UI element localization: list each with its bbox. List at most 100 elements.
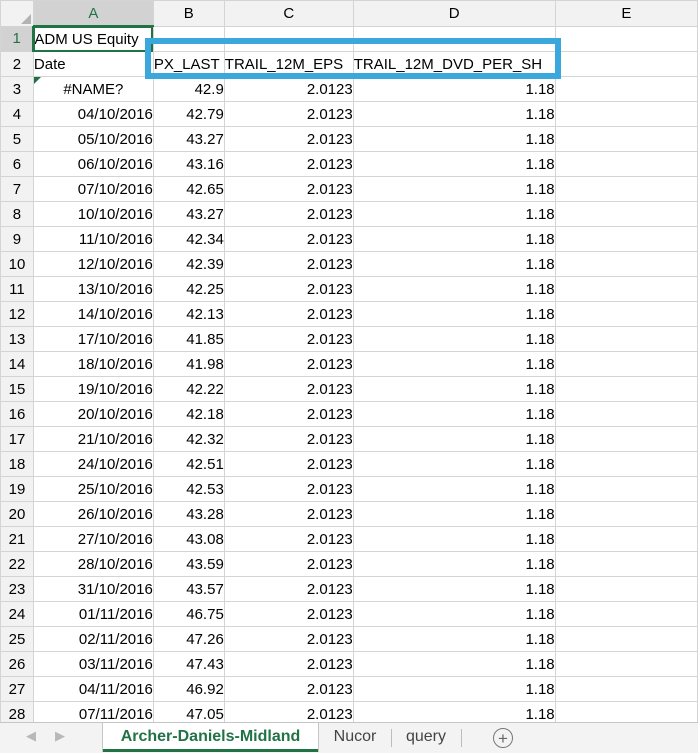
dividend-cell[interactable]: 1.18 [352, 251, 556, 277]
px-last-cell[interactable]: 46.92 [152, 676, 225, 702]
cell-a1[interactable]: ADM US Equity [32, 25, 154, 52]
date-cell[interactable]: 11/10/2016 [32, 226, 154, 252]
dividend-cell[interactable]: 1.18 [352, 501, 556, 527]
cell-e1[interactable] [554, 25, 698, 52]
dividend-cell[interactable]: 1.18 [352, 576, 556, 602]
px-last-cell[interactable]: 46.75 [152, 601, 225, 627]
date-cell[interactable]: 20/10/2016 [32, 401, 154, 427]
px-last-cell[interactable]: 43.27 [152, 201, 225, 227]
px-last-cell[interactable]: 41.85 [152, 326, 225, 352]
eps-cell[interactable]: 2.0123 [223, 676, 354, 702]
empty-cell[interactable] [554, 326, 698, 352]
date-cell[interactable]: 01/11/2016 [32, 601, 154, 627]
dividend-cell[interactable]: 1.18 [352, 151, 556, 177]
dividend-cell[interactable]: 1.18 [352, 76, 556, 102]
date-cell[interactable]: 25/10/2016 [32, 476, 154, 502]
dividend-cell[interactable]: 1.18 [352, 226, 556, 252]
eps-cell[interactable]: 2.0123 [223, 701, 354, 722]
dividend-cell[interactable]: 1.18 [352, 301, 556, 327]
row-header[interactable]: 5 [0, 126, 34, 152]
px-last-cell[interactable]: 47.05 [152, 701, 225, 722]
px-last-cell[interactable]: 43.27 [152, 126, 225, 152]
dividend-cell[interactable]: 1.18 [352, 676, 556, 702]
px-last-cell[interactable]: 42.9 [152, 76, 225, 102]
row-header[interactable]: 21 [0, 526, 34, 552]
date-cell[interactable]: 03/11/2016 [32, 651, 154, 677]
date-cell[interactable]: 07/11/2016 [32, 701, 154, 722]
date-cell[interactable]: 14/10/2016 [32, 301, 154, 327]
date-cell[interactable]: 27/10/2016 [32, 526, 154, 552]
row-header[interactable]: 18 [0, 451, 34, 477]
scroll-right-icon[interactable]: ▶ [55, 728, 65, 744]
date-cell[interactable]: 21/10/2016 [32, 426, 154, 452]
eps-cell[interactable]: 2.0123 [223, 76, 354, 102]
eps-cell[interactable]: 2.0123 [223, 551, 354, 577]
dividend-cell[interactable]: 1.18 [352, 126, 556, 152]
cell-e2[interactable] [554, 51, 698, 77]
dividend-cell[interactable]: 1.18 [352, 376, 556, 402]
row-header[interactable]: 3 [0, 76, 34, 102]
date-cell[interactable]: #NAME? [32, 76, 154, 102]
empty-cell[interactable] [554, 576, 698, 602]
eps-cell[interactable]: 2.0123 [223, 601, 354, 627]
select-all-corner[interactable] [0, 0, 34, 27]
date-cell[interactable]: 31/10/2016 [32, 576, 154, 602]
row-header[interactable]: 15 [0, 376, 34, 402]
date-cell[interactable]: 02/11/2016 [32, 626, 154, 652]
date-cell[interactable]: 18/10/2016 [32, 351, 154, 377]
eps-cell[interactable]: 2.0123 [223, 576, 354, 602]
px-last-cell[interactable]: 43.59 [152, 551, 225, 577]
eps-cell[interactable]: 2.0123 [223, 126, 354, 152]
cell-b1[interactable] [152, 25, 225, 52]
eps-cell[interactable]: 2.0123 [223, 351, 354, 377]
column-header-c[interactable]: C [223, 0, 354, 27]
column-header-e[interactable]: E [554, 0, 698, 27]
dividend-cell[interactable]: 1.18 [352, 176, 556, 202]
px-last-cell[interactable]: 42.39 [152, 251, 225, 277]
dividend-cell[interactable]: 1.18 [352, 401, 556, 427]
row-header[interactable]: 16 [0, 401, 34, 427]
empty-cell[interactable] [554, 626, 698, 652]
eps-cell[interactable]: 2.0123 [223, 276, 354, 302]
dividend-cell[interactable]: 1.18 [352, 526, 556, 552]
empty-cell[interactable] [554, 551, 698, 577]
empty-cell[interactable] [554, 226, 698, 252]
eps-cell[interactable]: 2.0123 [223, 151, 354, 177]
cell-b2[interactable]: PX_LAST [152, 51, 225, 77]
empty-cell[interactable] [554, 251, 698, 277]
cell-d1[interactable] [352, 25, 556, 52]
empty-cell[interactable] [554, 126, 698, 152]
eps-cell[interactable]: 2.0123 [223, 251, 354, 277]
row-header[interactable]: 4 [0, 101, 34, 127]
date-cell[interactable]: 28/10/2016 [32, 551, 154, 577]
dividend-cell[interactable]: 1.18 [352, 451, 556, 477]
dividend-cell[interactable]: 1.18 [352, 476, 556, 502]
empty-cell[interactable] [554, 151, 698, 177]
row-header[interactable]: 27 [0, 676, 34, 702]
row-header[interactable]: 28 [0, 701, 34, 722]
date-cell[interactable]: 12/10/2016 [32, 251, 154, 277]
eps-cell[interactable]: 2.0123 [223, 226, 354, 252]
dividend-cell[interactable]: 1.18 [352, 426, 556, 452]
eps-cell[interactable]: 2.0123 [223, 526, 354, 552]
row-header[interactable]: 26 [0, 651, 34, 677]
px-last-cell[interactable]: 42.32 [152, 426, 225, 452]
empty-cell[interactable] [554, 351, 698, 377]
row-header[interactable]: 13 [0, 326, 34, 352]
row-header[interactable]: 2 [0, 51, 34, 77]
empty-cell[interactable] [554, 601, 698, 627]
row-header[interactable]: 19 [0, 476, 34, 502]
date-cell[interactable]: 19/10/2016 [32, 376, 154, 402]
px-last-cell[interactable]: 43.28 [152, 501, 225, 527]
cell-c2[interactable]: TRAIL_12M_EPS [223, 51, 354, 77]
dividend-cell[interactable]: 1.18 [352, 101, 556, 127]
px-last-cell[interactable]: 42.18 [152, 401, 225, 427]
empty-cell[interactable] [554, 676, 698, 702]
sheet-tab-archer-daniels-midland[interactable]: Archer-Daniels-Midland [103, 723, 318, 752]
cell-d2[interactable]: TRAIL_12M_DVD_PER_SH [352, 51, 556, 77]
px-last-cell[interactable]: 42.22 [152, 376, 225, 402]
eps-cell[interactable]: 2.0123 [223, 201, 354, 227]
dividend-cell[interactable]: 1.18 [352, 601, 556, 627]
px-last-cell[interactable]: 43.08 [152, 526, 225, 552]
eps-cell[interactable]: 2.0123 [223, 376, 354, 402]
